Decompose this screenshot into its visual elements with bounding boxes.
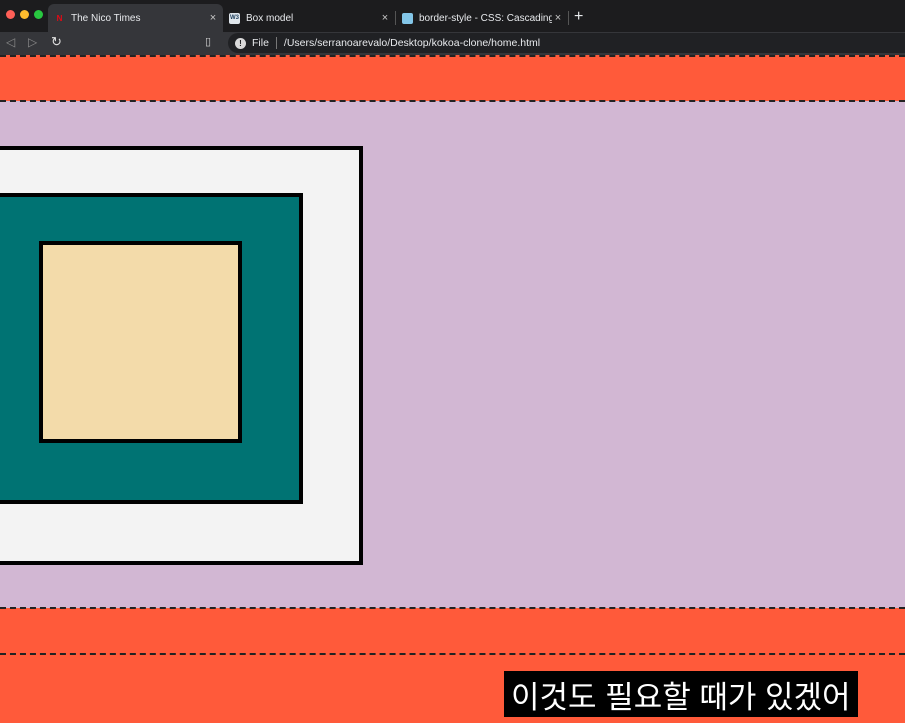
bookmark-icon[interactable]: ▯ — [205, 35, 211, 48]
new-tab-button[interactable]: + — [574, 8, 583, 26]
address-bar[interactable]: ! File /Users/serranoarevalo/Desktop/kok… — [228, 33, 905, 53]
forward-icon[interactable]: ▷ — [28, 35, 37, 49]
tab-the-nico-times[interactable]: N The Nico Times × — [48, 4, 223, 32]
browser-chrome: N The Nico Times × W3 Box model × border… — [0, 0, 905, 55]
address-divider — [275, 37, 277, 49]
close-tab-icon[interactable]: × — [552, 12, 564, 24]
w3schools-icon: W3 — [229, 12, 240, 24]
url-text[interactable]: /Users/serranoarevalo/Desktop/kokoa-clon… — [284, 37, 540, 49]
close-tab-icon[interactable]: × — [379, 12, 391, 24]
tab-title: Box model — [246, 12, 294, 24]
tab-border-style[interactable]: border-style - CSS: Cascading S × — [396, 4, 568, 32]
tab-divider — [568, 11, 569, 25]
tab-strip: N The Nico Times × W3 Box model × border… — [0, 0, 905, 32]
dashed-border-top — [0, 55, 905, 57]
inner-box — [39, 241, 242, 443]
mdn-icon — [402, 12, 413, 24]
info-icon[interactable]: ! — [235, 37, 246, 49]
scheme-label: File — [252, 37, 269, 49]
maximize-window-button[interactable] — [34, 10, 43, 19]
video-subtitle: 이것도 필요할 때가 있겠어 — [504, 671, 858, 717]
tab-title: border-style - CSS: Cascading S — [419, 12, 552, 24]
close-window-button[interactable] — [6, 10, 15, 19]
tab-box-model[interactable]: W3 Box model × — [223, 4, 395, 32]
dashed-border-bottom — [0, 653, 905, 655]
reload-icon[interactable]: ↻ — [51, 34, 62, 50]
dashed-border-content-top — [0, 100, 905, 102]
close-tab-icon[interactable]: × — [207, 12, 219, 24]
dashed-border-content-bottom — [0, 607, 905, 609]
tab-title: The Nico Times — [71, 12, 141, 24]
minimize-window-button[interactable] — [20, 10, 29, 19]
netflix-n-icon: N — [56, 13, 63, 23]
browser-toolbar: ◁ ▷ ↻ ▯ ! File /Users/serranoarevalo/Des… — [0, 32, 905, 55]
back-icon[interactable]: ◁ — [6, 35, 15, 49]
